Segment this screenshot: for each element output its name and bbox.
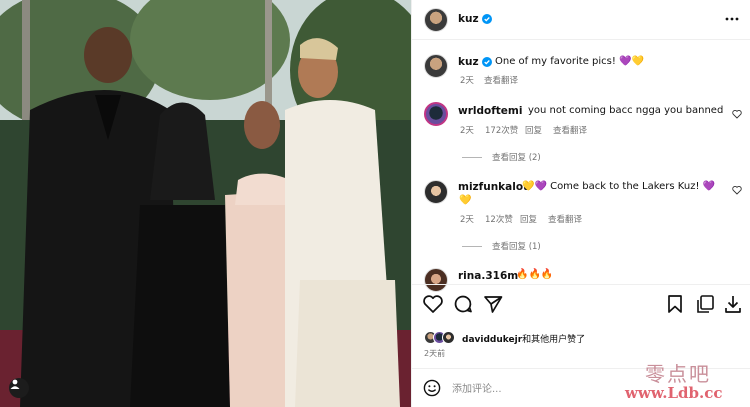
caption-username[interactable]: kuz — [458, 56, 479, 68]
comment-text-continued: 💛 — [459, 195, 472, 206]
verified-badge-icon — [482, 14, 492, 24]
comment-reply-button[interactable]: 回复 — [525, 124, 542, 136]
comment-text: you not coming bacc ngga you banned — [528, 105, 724, 116]
comment-like-heart-icon[interactable] — [732, 109, 742, 119]
verified-badge-icon — [482, 57, 492, 67]
tagged-users-icon[interactable] — [9, 378, 29, 398]
author-avatar[interactable] — [424, 8, 448, 32]
caption-avatar[interactable] — [424, 54, 448, 78]
caption-time: 2天 — [460, 76, 474, 86]
watermark-url: www.Ldb.cc — [625, 384, 723, 402]
comment-avatar[interactable] — [424, 102, 448, 126]
copy-link-icon[interactable] — [694, 293, 716, 315]
likes-text: daviddukejr和其他用户赞了 — [462, 332, 585, 345]
download-icon[interactable] — [722, 293, 744, 315]
photo-illustration — [0, 0, 411, 407]
comment-input[interactable] — [452, 380, 652, 398]
post-photo — [0, 0, 411, 407]
more-options-icon[interactable] — [725, 12, 739, 26]
caption-translate-link[interactable]: 查看翻译 — [484, 74, 518, 86]
view-replies-label: 查看回复 (1) — [492, 242, 541, 252]
replies-divider — [462, 246, 482, 247]
comment-bubble-icon[interactable] — [452, 293, 474, 315]
post-timestamp: 2天前 — [424, 349, 446, 358]
likes-rest: 和其他用户赞了 — [522, 335, 586, 345]
replies-divider — [462, 157, 482, 158]
comment-username[interactable]: wrldoftemi — [458, 105, 522, 117]
post-action-bar — [412, 284, 750, 324]
post-header: kuz — [412, 0, 750, 40]
comment-translate-link[interactable]: 查看翻译 — [553, 124, 587, 136]
comment-likes-count[interactable]: 172次赞 — [485, 124, 518, 136]
share-send-icon[interactable] — [482, 293, 504, 315]
author-username[interactable]: kuz — [458, 13, 479, 25]
view-replies-button[interactable]: 查看回复 (1) — [462, 240, 541, 252]
comment-avatar[interactable] — [424, 180, 448, 204]
like-heart-icon[interactable] — [422, 293, 444, 315]
comment-username[interactable]: rina.316m — [458, 270, 518, 282]
caption-text: One of my favorite pics! 💜💛 — [495, 56, 644, 67]
save-bookmark-icon[interactable] — [664, 293, 686, 315]
liker-username[interactable]: daviddukejr — [462, 335, 522, 345]
liker-avatar — [442, 331, 455, 344]
view-replies-label: 查看回复 (2) — [492, 153, 541, 163]
comment-time: 2天 — [460, 126, 474, 136]
comment-text: 🔥🔥🔥 — [516, 269, 554, 280]
emoji-icon[interactable] — [423, 379, 441, 397]
post-detail-panel: kuz kuz One of my favorite pics! 💜💛 2天 查… — [411, 0, 750, 407]
comment-text: 💛💜 Come back to the Lakers Kuz! 💜 — [522, 181, 716, 192]
comment-username[interactable]: mizfunkalot — [458, 181, 528, 193]
comment-time: 2天 — [460, 215, 474, 225]
comment-like-heart-icon[interactable] — [732, 185, 742, 195]
comment-likes-count[interactable]: 12次赞 — [485, 213, 513, 225]
watermark-text: 零点吧 — [645, 362, 711, 386]
view-replies-button[interactable]: 查看回复 (2) — [462, 151, 541, 163]
comment-translate-link[interactable]: 查看翻译 — [548, 213, 582, 225]
comment-reply-button[interactable]: 回复 — [520, 213, 537, 225]
